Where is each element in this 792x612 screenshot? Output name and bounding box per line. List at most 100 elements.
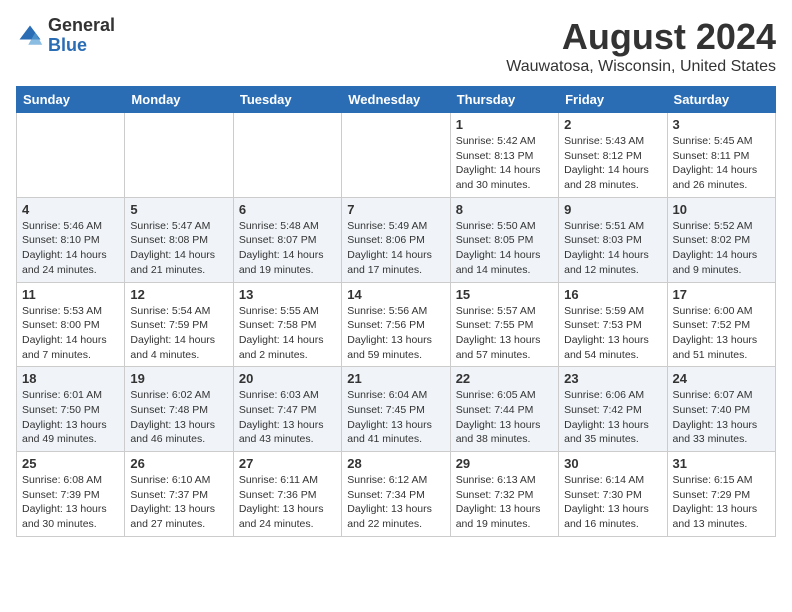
calendar-cell: 1Sunrise: 5:42 AM Sunset: 8:13 PM Daylig… <box>450 113 558 198</box>
day-info: Sunrise: 6:02 AM Sunset: 7:48 PM Dayligh… <box>130 388 227 447</box>
day-number: 22 <box>456 371 553 386</box>
calendar-cell: 18Sunrise: 6:01 AM Sunset: 7:50 PM Dayli… <box>17 367 125 452</box>
day-number: 6 <box>239 202 336 217</box>
day-info: Sunrise: 5:53 AM Sunset: 8:00 PM Dayligh… <box>22 304 119 363</box>
day-number: 20 <box>239 371 336 386</box>
day-info: Sunrise: 5:59 AM Sunset: 7:53 PM Dayligh… <box>564 304 661 363</box>
day-info: Sunrise: 5:48 AM Sunset: 8:07 PM Dayligh… <box>239 219 336 278</box>
calendar-week-3: 11Sunrise: 5:53 AM Sunset: 8:00 PM Dayli… <box>17 282 776 367</box>
day-info: Sunrise: 5:55 AM Sunset: 7:58 PM Dayligh… <box>239 304 336 363</box>
calendar-cell: 6 Sunrise: 5:48 AM Sunset: 8:07 PM Daylig… <box>233 197 341 282</box>
day-info: Sunrise: 5:47 AM Sunset: 8:08 PM Dayligh… <box>130 219 227 278</box>
location: Wauwatosa, Wisconsin, United States <box>506 58 776 76</box>
calendar-cell: 23 Sunrise: 6:06 AM Sunset: 7:42 PM Dayli… <box>559 367 667 452</box>
calendar-cell: 31Sunrise: 6:15 AM Sunset: 7:29 PM Dayli… <box>667 452 775 537</box>
day-number: 8 <box>456 202 553 217</box>
calendar-cell: 25Sunrise: 6:08 AM Sunset: 7:39 PM Dayli… <box>17 452 125 537</box>
day-info: Sunrise: 6:03 AM Sunset: 7:47 PM Dayligh… <box>239 388 336 447</box>
day-info: Sunrise: 6:00 AM Sunset: 7:52 PM Dayligh… <box>673 304 770 363</box>
day-number: 17 <box>673 287 770 302</box>
calendar-cell: 26 Sunrise: 6:10 AM Sunset: 7:37 PM Dayli… <box>125 452 233 537</box>
day-info: Sunrise: 6:10 AM Sunset: 7:37 PM Dayligh… <box>130 473 227 532</box>
day-info: Sunrise: 5:50 AM Sunset: 8:05 PM Dayligh… <box>456 219 553 278</box>
calendar-cell: 10Sunrise: 5:52 AM Sunset: 8:02 PM Dayli… <box>667 197 775 282</box>
day-number: 10 <box>673 202 770 217</box>
day-number: 3 <box>673 117 770 132</box>
day-number: 23 <box>564 371 661 386</box>
calendar-cell: 16 Sunrise: 5:59 AM Sunset: 7:53 PM Dayli… <box>559 282 667 367</box>
day-number: 7 <box>347 202 444 217</box>
page-header: General Blue August 2024 Wauwatosa, Wisc… <box>16 16 776 76</box>
day-info: Sunrise: 6:13 AM Sunset: 7:32 PM Dayligh… <box>456 473 553 532</box>
calendar-week-5: 25Sunrise: 6:08 AM Sunset: 7:39 PM Dayli… <box>17 452 776 537</box>
calendar-cell: 28Sunrise: 6:12 AM Sunset: 7:34 PM Dayli… <box>342 452 450 537</box>
day-info: Sunrise: 6:01 AM Sunset: 7:50 PM Dayligh… <box>22 388 119 447</box>
day-number: 1 <box>456 117 553 132</box>
calendar-header-tuesday: Tuesday <box>233 87 341 113</box>
calendar-cell: 15 Sunrise: 5:57 AM Sunset: 7:55 PM Dayli… <box>450 282 558 367</box>
day-info: Sunrise: 6:04 AM Sunset: 7:45 PM Dayligh… <box>347 388 444 447</box>
calendar-cell: 8 Sunrise: 5:50 AM Sunset: 8:05 PM Daylig… <box>450 197 558 282</box>
calendar: SundayMondayTuesdayWednesdayThursdayFrid… <box>16 86 776 537</box>
calendar-header-thursday: Thursday <box>450 87 558 113</box>
calendar-cell: 30 Sunrise: 6:14 AM Sunset: 7:30 PM Dayli… <box>559 452 667 537</box>
calendar-header-friday: Friday <box>559 87 667 113</box>
calendar-cell: 2 Sunrise: 5:43 AM Sunset: 8:12 PM Daylig… <box>559 113 667 198</box>
calendar-cell: 21Sunrise: 6:04 AM Sunset: 7:45 PM Dayli… <box>342 367 450 452</box>
title-area: August 2024 Wauwatosa, Wisconsin, United… <box>506 16 776 76</box>
day-info: Sunrise: 6:11 AM Sunset: 7:36 PM Dayligh… <box>239 473 336 532</box>
day-number: 27 <box>239 456 336 471</box>
day-number: 4 <box>22 202 119 217</box>
day-info: Sunrise: 5:43 AM Sunset: 8:12 PM Dayligh… <box>564 134 661 193</box>
day-number: 9 <box>564 202 661 217</box>
calendar-cell: 4Sunrise: 5:46 AM Sunset: 8:10 PM Daylig… <box>17 197 125 282</box>
calendar-header-saturday: Saturday <box>667 87 775 113</box>
day-info: Sunrise: 5:56 AM Sunset: 7:56 PM Dayligh… <box>347 304 444 363</box>
calendar-week-1: 1Sunrise: 5:42 AM Sunset: 8:13 PM Daylig… <box>17 113 776 198</box>
day-info: Sunrise: 6:07 AM Sunset: 7:40 PM Dayligh… <box>673 388 770 447</box>
calendar-cell: 27 Sunrise: 6:11 AM Sunset: 7:36 PM Dayli… <box>233 452 341 537</box>
calendar-cell: 5 Sunrise: 5:47 AM Sunset: 8:08 PM Daylig… <box>125 197 233 282</box>
logo-general: General <box>48 16 115 36</box>
day-info: Sunrise: 6:08 AM Sunset: 7:39 PM Dayligh… <box>22 473 119 532</box>
calendar-cell: 29 Sunrise: 6:13 AM Sunset: 7:32 PM Dayli… <box>450 452 558 537</box>
day-info: Sunrise: 5:54 AM Sunset: 7:59 PM Dayligh… <box>130 304 227 363</box>
day-number: 16 <box>564 287 661 302</box>
day-number: 26 <box>130 456 227 471</box>
day-info: Sunrise: 5:51 AM Sunset: 8:03 PM Dayligh… <box>564 219 661 278</box>
calendar-cell: 13 Sunrise: 5:55 AM Sunset: 7:58 PM Dayli… <box>233 282 341 367</box>
calendar-cell: 12 Sunrise: 5:54 AM Sunset: 7:59 PM Dayli… <box>125 282 233 367</box>
day-info: Sunrise: 5:49 AM Sunset: 8:06 PM Dayligh… <box>347 219 444 278</box>
logo: General Blue <box>16 16 115 56</box>
day-info: Sunrise: 6:05 AM Sunset: 7:44 PM Dayligh… <box>456 388 553 447</box>
day-number: 12 <box>130 287 227 302</box>
calendar-cell <box>17 113 125 198</box>
calendar-cell <box>233 113 341 198</box>
calendar-week-4: 18Sunrise: 6:01 AM Sunset: 7:50 PM Dayli… <box>17 367 776 452</box>
day-info: Sunrise: 6:06 AM Sunset: 7:42 PM Dayligh… <box>564 388 661 447</box>
calendar-cell: 14Sunrise: 5:56 AM Sunset: 7:56 PM Dayli… <box>342 282 450 367</box>
day-number: 30 <box>564 456 661 471</box>
calendar-cell: 7 Sunrise: 5:49 AM Sunset: 8:06 PM Daylig… <box>342 197 450 282</box>
day-number: 5 <box>130 202 227 217</box>
logo-text: General Blue <box>48 16 115 56</box>
calendar-cell <box>125 113 233 198</box>
day-info: Sunrise: 5:57 AM Sunset: 7:55 PM Dayligh… <box>456 304 553 363</box>
calendar-cell: 24Sunrise: 6:07 AM Sunset: 7:40 PM Dayli… <box>667 367 775 452</box>
day-number: 2 <box>564 117 661 132</box>
calendar-header-monday: Monday <box>125 87 233 113</box>
calendar-cell: 9 Sunrise: 5:51 AM Sunset: 8:03 PM Daylig… <box>559 197 667 282</box>
day-number: 29 <box>456 456 553 471</box>
day-info: Sunrise: 5:45 AM Sunset: 8:11 PM Dayligh… <box>673 134 770 193</box>
day-number: 28 <box>347 456 444 471</box>
day-info: Sunrise: 6:14 AM Sunset: 7:30 PM Dayligh… <box>564 473 661 532</box>
day-number: 19 <box>130 371 227 386</box>
day-number: 13 <box>239 287 336 302</box>
calendar-cell: 17 Sunrise: 6:00 AM Sunset: 7:52 PM Dayli… <box>667 282 775 367</box>
calendar-header-wednesday: Wednesday <box>342 87 450 113</box>
calendar-cell: 19 Sunrise: 6:02 AM Sunset: 7:48 PM Dayli… <box>125 367 233 452</box>
day-number: 15 <box>456 287 553 302</box>
calendar-week-2: 4Sunrise: 5:46 AM Sunset: 8:10 PM Daylig… <box>17 197 776 282</box>
month-title: August 2024 <box>506 16 776 58</box>
calendar-cell: 22 Sunrise: 6:05 AM Sunset: 7:44 PM Dayli… <box>450 367 558 452</box>
